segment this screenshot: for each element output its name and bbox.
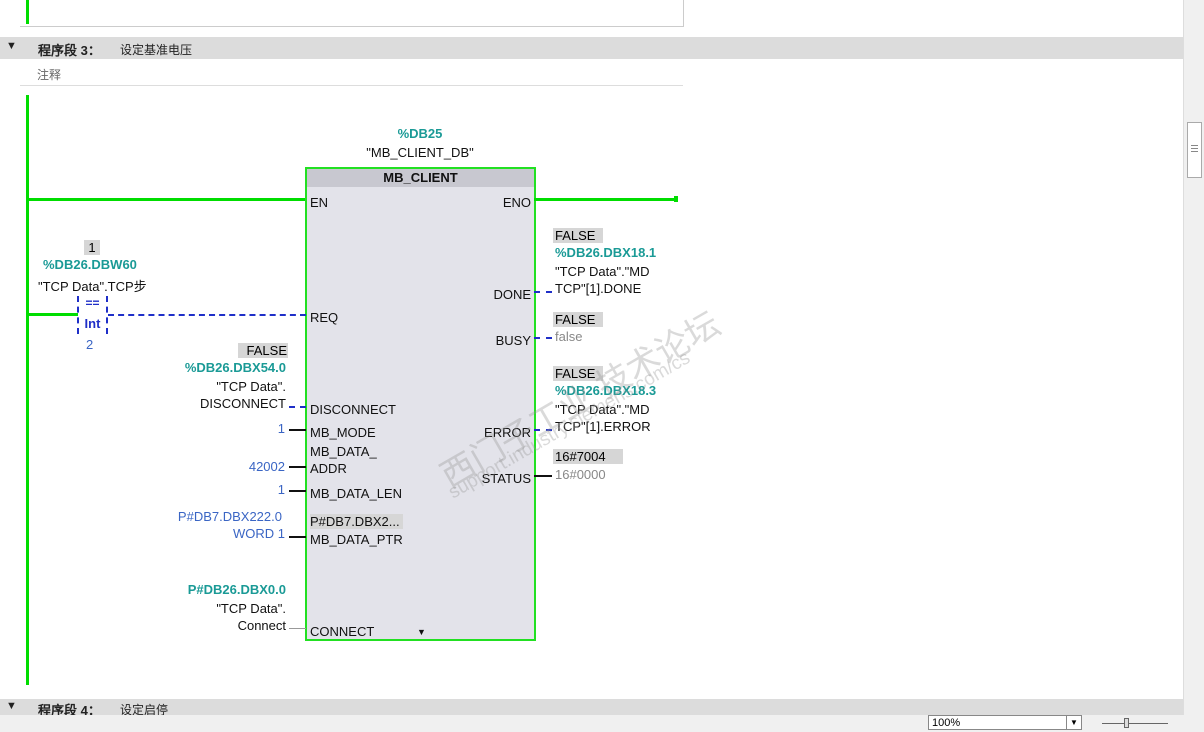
zoom-select[interactable]: 100% ▼ [928,715,1082,730]
network-3-comment[interactable]: 注释 [20,63,683,86]
zoom-dropdown-arrow-icon[interactable]: ▼ [1066,716,1081,729]
en-wire [26,198,306,201]
vertical-scrollbar[interactable] [1183,0,1204,715]
mb-data-addr-value[interactable]: 42002 [200,459,285,474]
pin-mb-mode[interactable]: MB_MODE [310,425,376,440]
disconnect-address[interactable]: %DB26.DBX54.0 [150,360,286,375]
pin-connect[interactable]: CONNECT [310,624,374,639]
ptr-preview: P#DB7.DBX2... [310,514,403,529]
pin-mb-data-addr-1[interactable]: MB_DATA_ [310,444,377,459]
compare-operator: == [85,296,100,310]
req-wire [108,314,306,316]
connect-symbol-2[interactable]: Connect [150,618,286,633]
mb-mode-value[interactable]: 1 [230,421,285,436]
block-title: MB_CLIENT [307,169,534,187]
eno-wire-end [674,196,678,202]
status-current: 16#7004 [553,449,623,464]
pin-mb-data-ptr[interactable]: MB_DATA_PTR [310,532,403,547]
zoom-value: 100% [932,717,961,729]
compare-address[interactable]: %DB26.DBW60 [43,257,137,272]
connect-address[interactable]: P#DB26.DBX0.0 [150,582,286,597]
compare-type: Int [84,316,101,331]
disconnect-wire [289,406,306,408]
status-value[interactable]: 16#0000 [555,467,606,482]
mb-data-addr-wire [289,466,306,468]
network-3-label: 程序段 3： [38,43,101,58]
compare-operand2[interactable]: 2 [86,337,93,352]
done-wire [534,291,552,293]
compare-symbol[interactable]: "TCP Data".TCP步 [38,276,147,295]
pin-mb-data-addr-2[interactable]: ADDR [310,461,347,476]
comment-label: 注释 [37,68,62,82]
disconnect-symbol-1[interactable]: "TCP Data". [150,379,286,394]
mb-data-ptr-wire [289,536,306,538]
instance-db-name[interactable]: "MB_CLIENT_DB" [340,145,500,160]
mb-data-len-value[interactable]: 1 [230,482,285,497]
collapse-triangle-icon[interactable]: ▼ [6,40,17,52]
status-wire [534,475,552,477]
eno-wire [534,198,676,201]
mb-data-ptr-line2[interactable]: WORD 1 [140,526,285,541]
pin-busy[interactable]: BUSY [496,333,531,348]
prev-network-border [20,0,684,27]
done-state: FALSE [553,228,603,243]
pin-mb-data-len[interactable]: MB_DATA_LEN [310,486,402,501]
done-symbol-2[interactable]: TCP"[1].DONE [555,281,641,296]
status-bar: 100% ▼ [0,715,1204,732]
done-address[interactable]: %DB26.DBX18.1 [555,245,656,260]
mb-client-block[interactable]: MB_CLIENT EN ENO REQ DONE BUSY DISCONNEC… [305,167,536,641]
network-3-header[interactable]: ▼ 程序段 3： 设定基准电压 [0,37,1183,59]
pin-en[interactable]: EN [310,195,328,210]
expand-arrow-icon[interactable]: ▼ [417,627,426,637]
mb-data-ptr-line1[interactable]: P#DB7.DBX222.0 [140,509,282,524]
power-rail [26,95,29,685]
busy-wire [534,337,552,339]
collapse-triangle-icon[interactable]: ▼ [6,700,17,712]
busy-state: FALSE [553,312,603,327]
busy-value[interactable]: false [555,329,582,344]
pin-disconnect[interactable]: DISCONNECT [310,402,396,417]
connect-symbol-1[interactable]: "TCP Data". [150,601,286,616]
zoom-slider[interactable] [1102,718,1168,728]
req-branch-wire [26,313,78,316]
compare-contact[interactable]: == Int [77,296,108,334]
disconnect-symbol-2[interactable]: DISCONNECT [150,396,286,411]
pin-req[interactable]: REQ [310,310,338,325]
done-symbol-1[interactable]: "TCP Data"."MD [555,264,650,279]
scrollbar-thumb[interactable] [1187,122,1202,178]
mb-mode-wire [289,429,306,431]
instance-db-address[interactable]: %DB25 [380,126,460,141]
network-3-title[interactable]: 设定基准电压 [120,41,192,58]
disconnect-state: FALSE [238,343,288,358]
connect-wire [289,628,306,629]
pin-done[interactable]: DONE [493,287,531,302]
compare-value: 1 [84,240,100,255]
mb-data-len-wire [289,490,306,492]
pin-eno[interactable]: ENO [503,195,531,210]
zoom-slider-thumb[interactable] [1124,718,1129,728]
